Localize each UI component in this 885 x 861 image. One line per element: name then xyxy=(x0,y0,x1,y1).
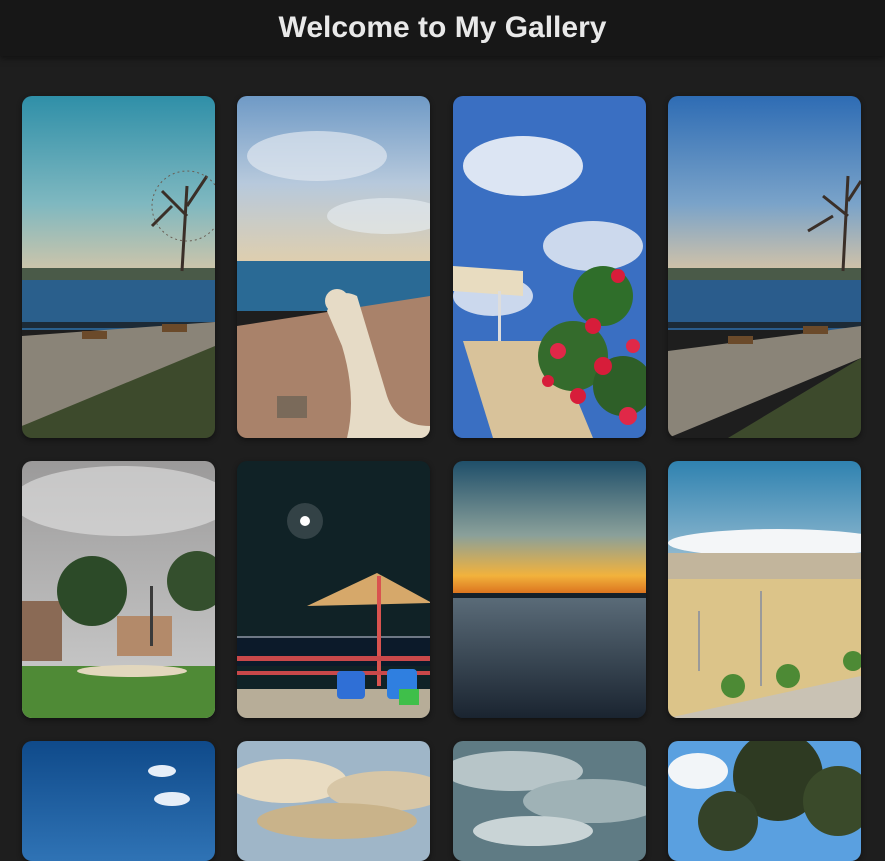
photo-tree-canopy xyxy=(668,741,861,861)
gallery-photo[interactable] xyxy=(453,741,646,861)
gallery-photo[interactable] xyxy=(22,461,215,718)
photo-grey-clouds xyxy=(453,741,646,861)
gallery-photo[interactable] xyxy=(668,741,861,861)
gallery-photo[interactable] xyxy=(237,461,430,718)
page-header: Welcome to My Gallery xyxy=(0,0,885,56)
gallery-photo[interactable] xyxy=(668,96,861,438)
gallery-photo[interactable] xyxy=(668,461,861,718)
gallery-photo[interactable] xyxy=(237,741,430,861)
photo-nile-promenade xyxy=(22,96,215,438)
gallery-photo[interactable] xyxy=(237,96,430,438)
gallery-photo[interactable] xyxy=(453,461,646,718)
photo-nile-promenade-2 xyxy=(668,96,861,438)
photo-golden-clouds xyxy=(237,741,430,861)
photo-sunset-water xyxy=(453,461,646,718)
photo-desert-sand xyxy=(668,461,861,718)
gallery-photo[interactable] xyxy=(453,96,646,438)
photo-palm-trees-building xyxy=(22,461,215,718)
gallery-photo[interactable] xyxy=(22,741,215,861)
photo-garden-sign xyxy=(453,96,646,438)
page-title: Welcome to My Gallery xyxy=(278,11,607,44)
gallery-photo[interactable] xyxy=(22,96,215,438)
photo-blue-sky xyxy=(22,741,215,861)
photo-camel-hill xyxy=(237,96,430,438)
photo-night-umbrella xyxy=(237,461,430,718)
